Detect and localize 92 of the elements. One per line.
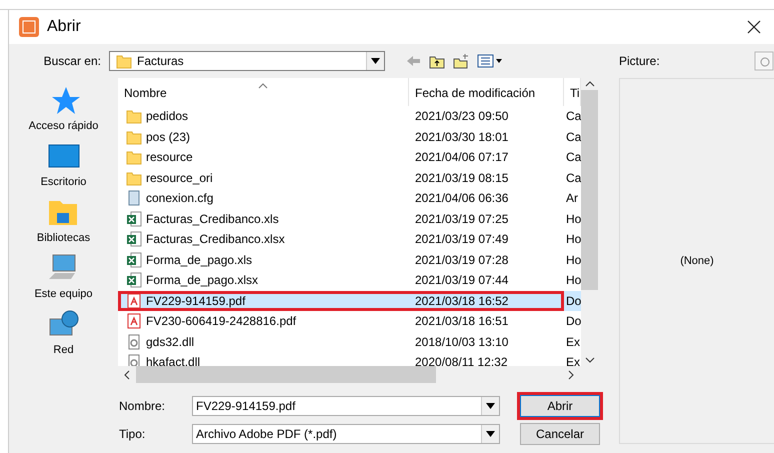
column-header[interactable]: Nombre (118, 78, 409, 106)
file-name: resource (146, 150, 193, 164)
dropdown-arrow-icon (371, 58, 380, 64)
file-name: gds32.dll (146, 334, 194, 349)
new-folder-icon (453, 53, 469, 69)
file-row[interactable]: conexion.cfg 2021/04/06 06:36 Ar (118, 188, 581, 208)
back-arrow-icon (405, 53, 421, 69)
date-modified: 2021/04/06 06:36 (415, 191, 508, 206)
document-icon (126, 190, 142, 206)
sidebar-item[interactable]: Red (48, 308, 80, 356)
file-type: Ca (566, 109, 581, 124)
file-type-label: Tipo: (118, 427, 146, 441)
sidebar-item[interactable]: Escritorio (40, 140, 86, 188)
date-modified: 2020/08/11 12:32 (415, 355, 508, 366)
pdf-icon (126, 292, 142, 309)
date-modified: 2021/03/19 07:49 (415, 232, 508, 246)
file-type: Ho (566, 232, 581, 246)
file-type: Ar (566, 191, 578, 206)
file-row[interactable]: Forma_de_pago.xls 2021/03/19 07:28 Ho (118, 250, 581, 270)
file-type: Ex (566, 355, 580, 366)
file-name: FV229-914159.pdf (146, 294, 246, 308)
file-type: Do (566, 294, 581, 308)
file-row[interactable]: resource 2021/04/06 07:17 Ca (118, 147, 581, 168)
column-header[interactable]: Fecha de modificación (409, 78, 564, 106)
spreadsheet-icon (126, 210, 142, 227)
date-modified: 2021/03/23 09:50 (415, 109, 508, 124)
spreadsheet-icon (126, 272, 142, 288)
date-modified: 2021/03/19 07:25 (415, 212, 508, 226)
look-in-label: Buscar en: (42, 54, 102, 68)
file-type: Ho (566, 212, 581, 226)
file-name: hkafact.dll (146, 355, 200, 366)
open-button[interactable]: Abrir (517, 392, 603, 420)
date-modified: 2021/03/19 08:15 (415, 170, 508, 185)
view-menu-icon (477, 53, 503, 69)
folder-icon (126, 108, 142, 124)
folder-icon (126, 149, 142, 166)
spreadsheet-icon (126, 231, 142, 248)
sidebar-item[interactable]: Acceso rápido (28, 84, 98, 132)
file-row[interactable]: pedidos 2021/03/23 09:50 Ca (118, 106, 581, 126)
sidebar-item[interactable]: Bibliotecas (36, 196, 90, 244)
date-modified: 2021/03/18 16:51 (415, 314, 508, 328)
sort-caret-icon (258, 83, 268, 89)
preview-text: (None) (680, 255, 714, 267)
file-type: Ex (566, 334, 580, 349)
spreadsheet-icon (126, 252, 142, 268)
scroll-right-icon (568, 370, 574, 380)
look-in-dropdown[interactable]: Facturas (109, 51, 385, 71)
date-modified: 2021/03/18 16:52 (415, 294, 508, 308)
file-name: FV230-606419-2428816.pdf (146, 314, 296, 328)
file-row[interactable]: resource_ori 2021/03/19 08:15 Ca (118, 168, 581, 188)
file-name-label: Nombre: (118, 399, 166, 413)
file-type: Ca (566, 170, 581, 185)
window-title: Abrir (47, 18, 82, 36)
cancel-button[interactable]: Cancelar (517, 420, 603, 448)
file-name: resource_ori (146, 170, 213, 185)
folder-icon (126, 170, 142, 186)
file-name: pedidos (146, 109, 188, 124)
preview-label: Picture: (619, 54, 660, 68)
close-icon (747, 20, 761, 34)
file-type: Do (566, 314, 581, 328)
file-row[interactable]: pos (23) 2021/03/30 18:01 Ca (118, 126, 581, 147)
file-type: Ho (566, 252, 581, 267)
date-modified: 2021/04/06 07:17 (415, 150, 508, 164)
file-name-field[interactable]: FV229-914159.pdf (192, 396, 500, 416)
date-modified: 2018/10/03 13:10 (415, 334, 508, 349)
file-name: Forma_de_pago.xls (146, 252, 252, 267)
file-row[interactable]: gds32.dll 2018/10/03 13:10 Ex (118, 332, 581, 352)
file-name: pos (23) (146, 130, 190, 144)
file-row[interactable]: Forma_de_pago.xlsx 2021/03/19 07:44 Ho (118, 270, 581, 290)
file-name: conexion.cfg (146, 191, 214, 206)
file-type-dropdown[interactable]: Archivo Adobe PDF (*.pdf) (192, 424, 500, 444)
folder-icon (116, 53, 132, 69)
dropdown-arrow-icon (486, 403, 495, 409)
date-modified: 2021/03/19 07:28 (415, 252, 508, 267)
scroll-left-icon (124, 370, 130, 380)
folder-icon (126, 128, 142, 145)
dropdown-arrow-icon (486, 431, 495, 437)
file-row[interactable]: Facturas_Credibanco.xls 2021/03/19 07:25 Ho (118, 208, 581, 229)
file-row[interactable]: FV229-914159.pdf 2021/03/18 16:52 Do (118, 290, 581, 311)
file-type: Ca (566, 150, 581, 164)
file-type: Ho (566, 273, 581, 288)
date-modified: 2021/03/30 18:01 (415, 130, 508, 144)
app-icon (19, 17, 39, 37)
file-name: Facturas_Credibanco.xlsx (146, 232, 285, 246)
file-row[interactable]: FV230-606419-2428816.pdf 2021/03/18 16:51 Do (118, 311, 581, 332)
file-type: Ca (566, 130, 581, 144)
file-name: Facturas_Credibanco.xls (146, 212, 279, 226)
file-row[interactable]: Facturas_Credibanco.xlsx 2021/03/19 07:49 Ho (118, 229, 581, 250)
date-modified: 2021/03/19 07:44 (415, 273, 508, 288)
file-name: Forma_de_pago.xlsx (146, 273, 258, 288)
pdf-icon (126, 313, 142, 330)
sidebar-item[interactable]: Este equipo (34, 252, 93, 300)
